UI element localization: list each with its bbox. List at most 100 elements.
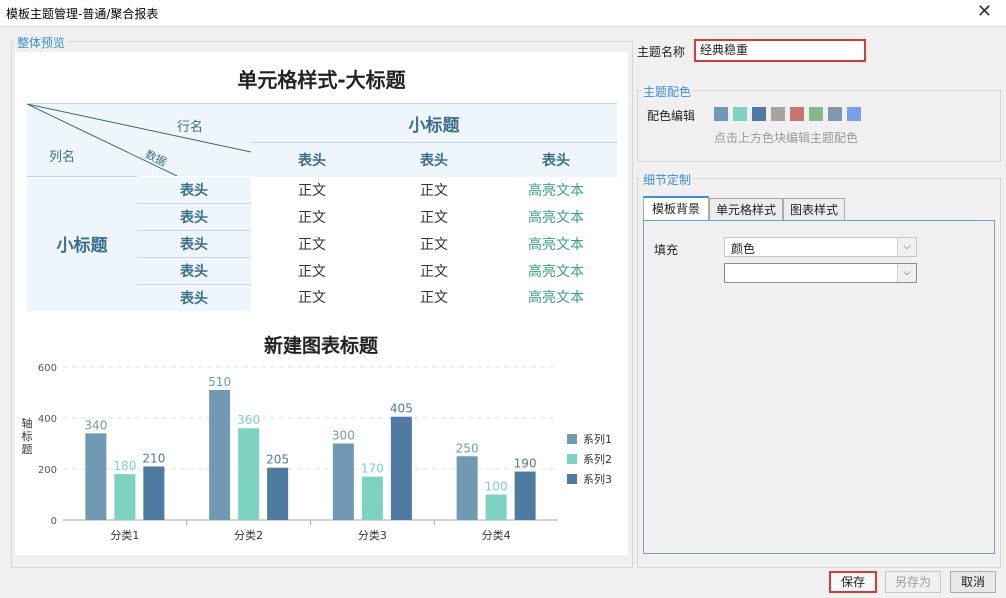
row-header: 表头 <box>137 203 251 231</box>
table-corner-cell: 行名 数据 列名 <box>27 103 251 177</box>
cancel-button[interactable]: 取消 <box>950 571 996 593</box>
color-group <box>637 90 1001 162</box>
title-bar: 模板主题管理-普通/聚合报表 ✕ <box>0 0 1006 27</box>
bar <box>456 456 478 520</box>
bar <box>238 428 260 520</box>
color-select[interactable]: ⌵ <box>724 263 917 283</box>
data-label: 180 <box>113 459 136 473</box>
bar <box>332 443 354 520</box>
bar <box>485 494 507 520</box>
table-cell: 正文 <box>420 209 448 226</box>
data-label: 100 <box>485 480 508 494</box>
close-icon[interactable]: ✕ <box>977 1 992 22</box>
tab-chart-style[interactable]: 图表样式 <box>783 198 845 221</box>
palette-swatch[interactable] <box>809 107 823 121</box>
theme-name-input[interactable]: 经典稳重 <box>694 39 866 62</box>
column-header: 表头 <box>495 142 617 177</box>
palette-swatch[interactable] <box>847 107 861 121</box>
data-label: 510 <box>208 375 231 389</box>
data-label: 170 <box>361 462 384 476</box>
table-cell: 正文 <box>420 236 448 253</box>
y-tick-label: 200 <box>38 465 57 476</box>
palette-swatch[interactable] <box>733 107 747 121</box>
detail-group-label: 细节定制 <box>641 171 694 188</box>
bar <box>209 389 231 520</box>
data-label: 340 <box>84 418 107 432</box>
save-as-button[interactable]: 另存为 <box>885 571 941 593</box>
preview-group-label: 整体预览 <box>15 34 68 51</box>
table-cell: 正文 <box>298 263 326 280</box>
highlight-cell: 高亮文本 <box>528 209 584 226</box>
table-cell: 正文 <box>298 182 326 199</box>
data-label: 190 <box>514 457 537 471</box>
table-sub-title: 小标题 <box>251 103 617 143</box>
legend-swatch <box>567 474 577 484</box>
highlight-cell: 高亮文本 <box>528 263 584 280</box>
table-cell: 正文 <box>420 290 448 307</box>
theme-name-value: 经典稳重 <box>700 43 749 57</box>
legend-label: 系列2 <box>583 452 612 466</box>
column-header: 表头 <box>373 142 495 177</box>
fill-type-value: 颜色 <box>731 242 756 256</box>
bar <box>514 471 536 520</box>
color-group-label: 主题配色 <box>641 83 694 100</box>
preview-canvas: 单元格样式-大标题 行名 数据 列名 小标题 表头 表头 表头 小标题 表头 正… <box>15 52 628 555</box>
data-label: 250 <box>456 441 479 455</box>
table-cell: 正文 <box>298 236 326 253</box>
table-cell: 正文 <box>420 263 448 280</box>
theme-name-label: 主题名称 <box>637 45 686 59</box>
x-tick-label: 分类2 <box>234 528 263 542</box>
fill-type-select[interactable]: 颜色 ⌵ <box>724 237 917 257</box>
bar <box>361 476 383 520</box>
row-header: 表头 <box>137 284 251 311</box>
bar <box>114 474 136 520</box>
data-label: 405 <box>390 402 413 416</box>
data-label: 210 <box>142 451 165 465</box>
bar <box>85 433 107 520</box>
data-label: 300 <box>332 429 355 443</box>
column-header: 表头 <box>251 142 373 177</box>
table-cell: 正文 <box>298 290 326 307</box>
legend-label: 系列3 <box>583 472 612 486</box>
palette-swatch[interactable] <box>771 107 785 121</box>
save-button[interactable]: 保存 <box>829 571 877 593</box>
corner-diagonals <box>27 104 251 176</box>
table-cell: 正文 <box>298 209 326 226</box>
highlight-cell: 高亮文本 <box>528 290 584 307</box>
palette-swatch[interactable] <box>752 107 766 121</box>
bar <box>390 416 412 520</box>
preview-chart: 新建图表标题 0 200 400 600 轴标题 340 180 210 分类1 510 360 20… <box>22 334 613 542</box>
chevron-down-icon[interactable]: ⌵ <box>897 264 916 282</box>
corner-col-label: 列名 <box>49 150 76 165</box>
data-label: 360 <box>237 413 260 427</box>
y-tick-label: 0 <box>51 516 57 527</box>
chart-title: 新建图表标题 <box>264 334 378 357</box>
tab-template-background[interactable]: 模板背景 <box>643 196 709 221</box>
y-axis-title: 轴标题 <box>22 416 33 456</box>
legend-label: 系列1 <box>583 432 612 446</box>
data-label: 205 <box>266 453 289 467</box>
y-tick-label: 600 <box>38 363 57 374</box>
x-tick-label: 分类3 <box>358 528 387 542</box>
chevron-down-icon[interactable]: ⌵ <box>897 238 916 256</box>
row-header: 表头 <box>137 176 251 204</box>
highlight-cell: 高亮文本 <box>528 182 584 199</box>
preview-big-title: 单元格样式-大标题 <box>237 68 406 92</box>
legend-swatch <box>567 434 577 444</box>
color-edit-label: 配色编辑 <box>647 109 696 123</box>
tab-cell-style[interactable]: 单元格样式 <box>709 198 783 221</box>
table-cell: 正文 <box>420 182 448 199</box>
table-left-sub-title: 小标题 <box>27 176 137 311</box>
preview-table: 行名 数据 列名 小标题 表头 表头 表头 小标题 表头 正文 正文 高亮文本 … <box>27 103 617 311</box>
y-tick-label: 400 <box>38 414 57 425</box>
palette-swatch[interactable] <box>828 107 842 121</box>
highlight-cell: 高亮文本 <box>528 236 584 253</box>
fill-label: 填充 <box>654 243 679 257</box>
palette-swatch[interactable] <box>714 107 728 121</box>
palette-swatch[interactable] <box>790 107 804 121</box>
legend-swatch <box>567 454 577 464</box>
row-header: 表头 <box>137 230 251 258</box>
row-header: 表头 <box>137 257 251 285</box>
bar <box>267 467 289 520</box>
palette-hint: 点击上方色块编辑主题配色 <box>714 131 859 145</box>
